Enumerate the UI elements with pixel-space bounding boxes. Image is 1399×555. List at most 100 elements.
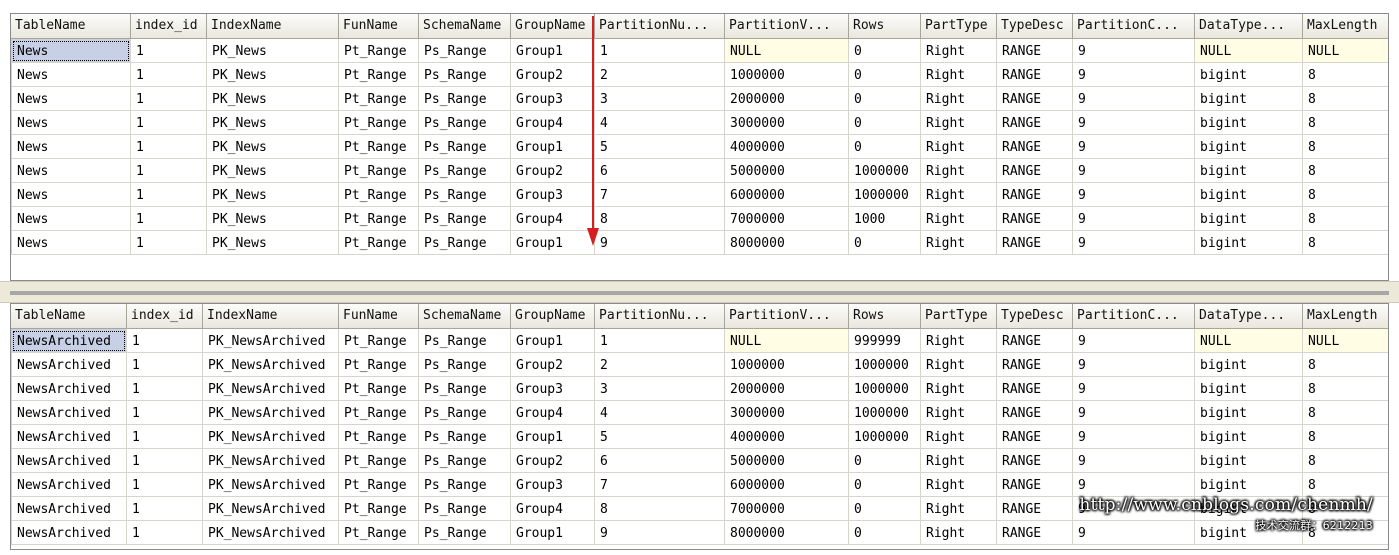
grid-cell[interactable]: RANGE	[997, 207, 1073, 231]
grid-cell[interactable]: 1	[127, 497, 203, 521]
grid-cell[interactable]: RANGE	[997, 87, 1073, 111]
column-header[interactable]: PartitionV...	[725, 304, 849, 329]
grid-cell[interactable]: Pt_Range	[339, 329, 419, 353]
grid-cell[interactable]: 1	[127, 377, 203, 401]
grid-cell[interactable]: Group3	[511, 183, 595, 207]
grid-cell[interactable]: NULL	[1195, 329, 1303, 353]
grid-cell[interactable]: NewsArchived	[11, 353, 127, 377]
grid-cell[interactable]: 0	[849, 87, 921, 111]
grid-cell[interactable]: 1000000	[849, 353, 921, 377]
grid-cell[interactable]: NewsArchived	[11, 473, 127, 497]
grid-cell[interactable]: News	[11, 87, 131, 111]
table-row[interactable]: News 1 PK_News Pt_Range Ps_Range Group1 1 NULL 0…	[11, 39, 1388, 63]
grid-cell[interactable]: Ps_Range	[419, 159, 511, 183]
grid-cell[interactable]: News	[11, 111, 131, 135]
grid-cell[interactable]: 8	[1303, 377, 1388, 401]
grid-cell[interactable]: Pt_Range	[339, 87, 419, 111]
grid-cell[interactable]: Group1	[511, 425, 595, 449]
grid-cell[interactable]: Right	[921, 329, 997, 353]
column-header[interactable]: Rows	[849, 304, 921, 329]
column-header[interactable]: SchemaName	[419, 14, 511, 39]
grid-cell[interactable]: 9	[1073, 63, 1195, 87]
grid-cell[interactable]: News	[11, 39, 131, 63]
grid-cell[interactable]: 1	[131, 231, 207, 255]
grid-cell[interactable]: 1000000	[849, 159, 921, 183]
grid-cell[interactable]: 9	[1073, 425, 1195, 449]
grid-cell[interactable]: RANGE	[997, 39, 1073, 63]
column-header[interactable]: PartitionC...	[1073, 14, 1195, 39]
grid-cell[interactable]: Right	[921, 207, 997, 231]
grid-cell[interactable]: 9	[595, 521, 725, 545]
table-row[interactable]: News 1 PK_News Pt_Range Ps_Range Group1 9 80000…	[11, 231, 1388, 255]
grid-cell[interactable]: bigint	[1195, 63, 1303, 87]
column-header[interactable]: MaxLength	[1303, 304, 1388, 329]
grid-cell[interactable]: NewsArchived	[11, 401, 127, 425]
grid-cell[interactable]: 8	[1303, 425, 1388, 449]
grid-cell[interactable]: RANGE	[997, 473, 1073, 497]
grid-cell[interactable]: Pt_Range	[339, 159, 419, 183]
grid-cell[interactable]: 8	[1303, 111, 1388, 135]
grid-cell[interactable]: NULL	[1303, 329, 1388, 353]
grid-cell[interactable]: 3000000	[725, 111, 849, 135]
grid-cell[interactable]: 0	[849, 111, 921, 135]
grid-cell[interactable]: bigint	[1195, 111, 1303, 135]
grid-cell[interactable]: 8	[1303, 449, 1388, 473]
column-header[interactable]: PartType	[921, 304, 997, 329]
pane-splitter[interactable]	[0, 281, 1399, 303]
grid-cell[interactable]: PK_News	[207, 63, 339, 87]
grid-cell[interactable]: 5000000	[725, 449, 849, 473]
grid-cell[interactable]: 4000000	[725, 425, 849, 449]
column-header[interactable]: TableName	[11, 14, 131, 39]
grid-cell[interactable]: NewsArchived	[11, 521, 127, 545]
grid-cell[interactable]: Ps_Range	[419, 183, 511, 207]
grid-cell[interactable]: 0	[849, 231, 921, 255]
grid-cell[interactable]: RANGE	[997, 377, 1073, 401]
grid-cell[interactable]: bigint	[1195, 353, 1303, 377]
grid-cell[interactable]: Right	[921, 449, 997, 473]
grid-cell[interactable]: RANGE	[997, 111, 1073, 135]
table-row[interactable]: News 1 PK_News Pt_Range Ps_Range Group3 7 60000…	[11, 183, 1388, 207]
grid-cell[interactable]: 3	[595, 87, 725, 111]
grid-cell[interactable]: 9	[1073, 329, 1195, 353]
column-header[interactable]: IndexName	[207, 14, 339, 39]
grid-cell[interactable]: 1000000	[849, 377, 921, 401]
column-header[interactable]: TypeDesc	[997, 14, 1073, 39]
grid-cell[interactable]: RANGE	[997, 521, 1073, 545]
grid-cell[interactable]: 1000000	[725, 353, 849, 377]
grid-cell[interactable]: PK_News	[207, 111, 339, 135]
grid-cell[interactable]: 5	[595, 135, 725, 159]
grid-cell[interactable]: Right	[921, 353, 997, 377]
grid-cell[interactable]: Group1	[511, 39, 595, 63]
grid-cell[interactable]: Ps_Range	[419, 521, 511, 545]
grid-cell[interactable]: 7000000	[725, 207, 849, 231]
splitter-grip[interactable]	[10, 291, 1389, 295]
grid-cell[interactable]: RANGE	[997, 353, 1073, 377]
grid-cell[interactable]: Right	[921, 63, 997, 87]
grid-cell[interactable]: Group1	[511, 329, 595, 353]
grid-cell[interactable]: Group2	[511, 63, 595, 87]
grid-cell[interactable]: 9	[1073, 207, 1195, 231]
column-header[interactable]: FunName	[339, 14, 419, 39]
grid-cell[interactable]: Ps_Range	[419, 473, 511, 497]
grid-cell[interactable]: RANGE	[997, 135, 1073, 159]
grid-cell[interactable]: 1000000	[849, 183, 921, 207]
grid-cell[interactable]: 1	[127, 353, 203, 377]
grid-cell[interactable]: 1	[131, 159, 207, 183]
grid-cell[interactable]: Group4	[511, 111, 595, 135]
grid-cell[interactable]: PK_News	[207, 183, 339, 207]
grid-cell[interactable]: bigint	[1195, 377, 1303, 401]
grid-cell[interactable]: Group4	[511, 207, 595, 231]
grid-cell[interactable]: 1	[131, 183, 207, 207]
grid-cell[interactable]: 1	[131, 111, 207, 135]
grid-cell[interactable]: 999999	[849, 329, 921, 353]
column-header[interactable]: FunName	[339, 304, 419, 329]
grid-cell[interactable]: PK_News	[207, 207, 339, 231]
grid-cell[interactable]: Pt_Range	[339, 497, 419, 521]
grid-cell[interactable]: 4	[595, 111, 725, 135]
grid-cell[interactable]: RANGE	[997, 231, 1073, 255]
grid-cell[interactable]: Right	[921, 473, 997, 497]
grid-cell[interactable]: 1	[595, 329, 725, 353]
grid-cell[interactable]: RANGE	[997, 497, 1073, 521]
grid-cell[interactable]: Right	[921, 231, 997, 255]
grid-cell[interactable]: 6000000	[725, 183, 849, 207]
